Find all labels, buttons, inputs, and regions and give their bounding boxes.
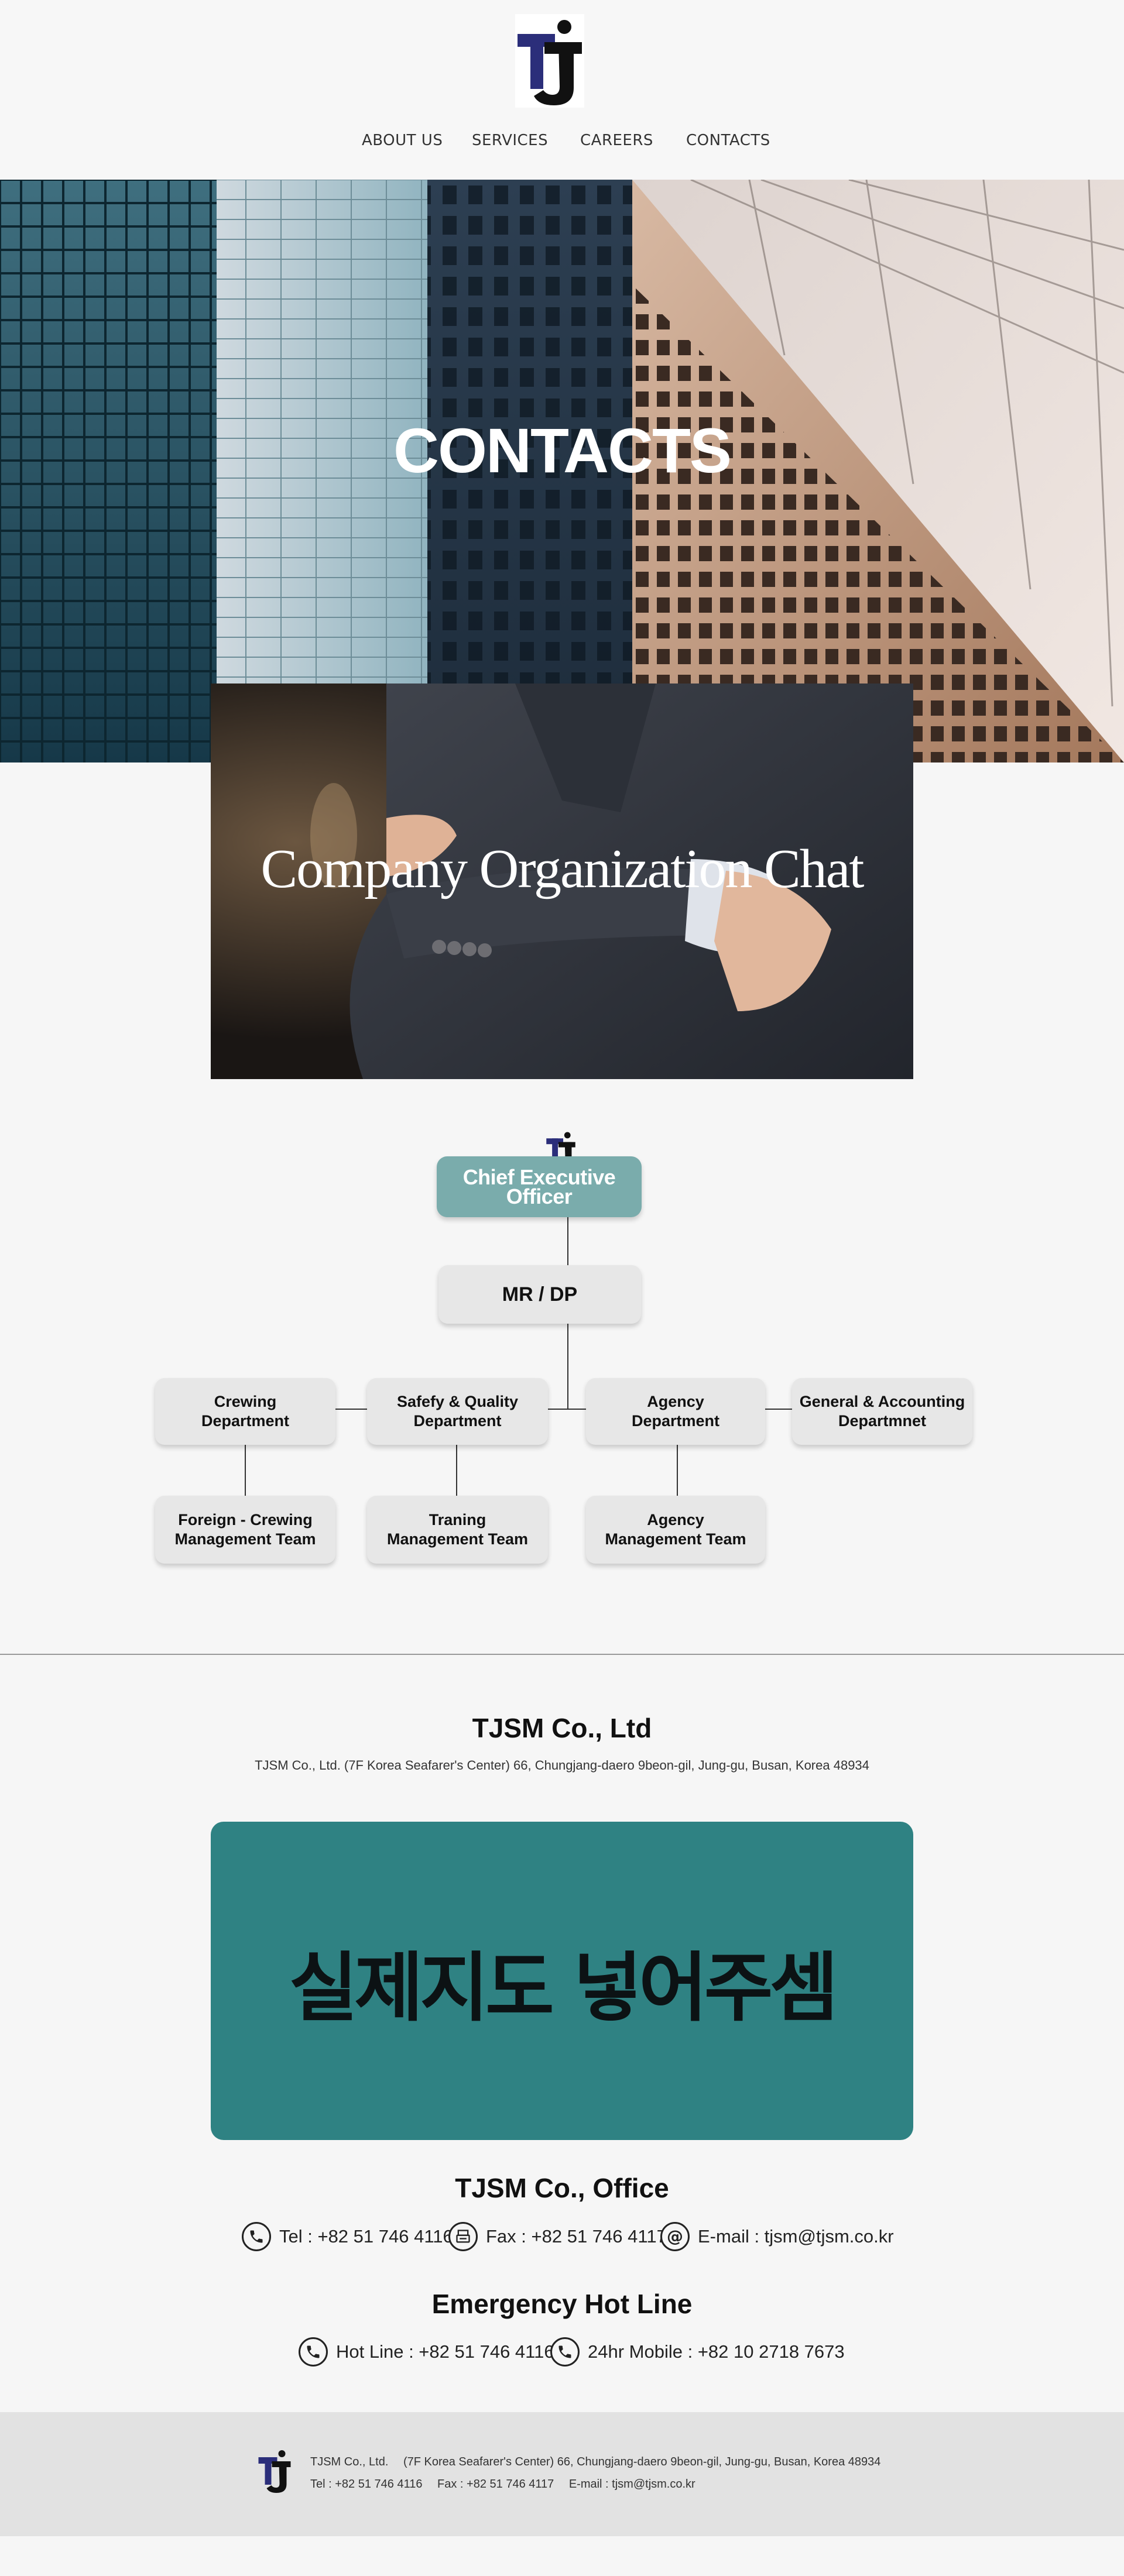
office-tel-text: Tel : +82 51 746 4116 bbox=[279, 2226, 453, 2247]
org-chart-banner-title: Company Organization Chat bbox=[261, 839, 864, 899]
nav-about-us[interactable]: ABOUT US bbox=[362, 132, 443, 149]
hero-title: CONTACTS bbox=[393, 415, 732, 486]
footer-company: TJSM Co., Ltd. bbox=[310, 2455, 389, 2468]
ceo-box: Chief Executive Officer bbox=[437, 1156, 642, 1217]
tj-logo[interactable] bbox=[256, 2447, 293, 2494]
hotline-contact-row: Hot Line : +82 51 746 4116 24hr Mobile :… bbox=[0, 2335, 1124, 2368]
office-contact-row: Tel : +82 51 746 4116 Fax : +82 51 746 4… bbox=[0, 2220, 1124, 2253]
company-address: TJSM Co., Ltd. (7F Korea Seafarer's Cent… bbox=[255, 1758, 869, 1773]
site-footer: TJSM Co., Ltd. (7F Korea Seafarer's Cent… bbox=[0, 2412, 1124, 2536]
section-divider bbox=[0, 1654, 1124, 1655]
mr-dp-box: MR / DP bbox=[438, 1265, 641, 1324]
phone-icon bbox=[242, 2222, 271, 2251]
fax-icon bbox=[448, 2222, 478, 2251]
general-accounting-department-box: General & Accounting Departmnet bbox=[792, 1378, 972, 1445]
tj-logo[interactable] bbox=[515, 14, 584, 108]
phone-icon bbox=[550, 2337, 580, 2367]
nav-careers[interactable]: CAREERS bbox=[580, 132, 653, 149]
company-title: TJSM Co., Ltd bbox=[472, 1713, 652, 1743]
office-fax[interactable]: Fax : +82 51 746 4117 bbox=[448, 2220, 667, 2253]
office-fax-text: Fax : +82 51 746 4117 bbox=[486, 2226, 667, 2247]
org-chart-banner: Company Organization Chat bbox=[211, 684, 913, 1079]
office-email[interactable]: @ E-mail : tjsm@tjsm.co.kr bbox=[660, 2220, 894, 2253]
site-header: ABOUT US SERVICES CAREERS CONTACTS bbox=[0, 0, 1124, 180]
office-title: TJSM Co., Office bbox=[455, 2173, 669, 2203]
at-icon: @ bbox=[660, 2222, 690, 2251]
hotline-title: Emergency Hot Line bbox=[431, 2289, 693, 2319]
footer-tel: Tel : +82 51 746 4116 bbox=[310, 2478, 423, 2491]
foreign-crewing-team-box: Foreign - Crewing Management Team bbox=[155, 1496, 335, 1564]
office-email-text: E-mail : tjsm@tjsm.co.kr bbox=[698, 2226, 894, 2247]
office-tel[interactable]: Tel : +82 51 746 4116 bbox=[242, 2220, 453, 2253]
map-placeholder[interactable]: 실제지도 넣어주셈 bbox=[211, 1822, 913, 2140]
footer-address: (7F Korea Seafarer's Center) 66, Chungja… bbox=[403, 2455, 881, 2468]
hero-banner: CONTACTS bbox=[0, 180, 1124, 763]
agency-department-box: Agency Department bbox=[586, 1378, 765, 1445]
main-nav: ABOUT US SERVICES CAREERS CONTACTS bbox=[0, 132, 1124, 159]
phone-icon bbox=[299, 2337, 328, 2367]
training-team-box: Traning Management Team bbox=[367, 1496, 548, 1564]
hotline-text: Hot Line : +82 51 746 4116 bbox=[336, 2341, 554, 2362]
crewing-department-box: Crewing Department bbox=[155, 1378, 335, 1445]
footer-contact-line: Tel : +82 51 746 4116 Fax : +82 51 746 4… bbox=[310, 2478, 707, 2491]
nav-contacts[interactable]: CONTACTS bbox=[686, 132, 770, 149]
agency-team-box: Agency Management Team bbox=[586, 1496, 765, 1564]
hotline-number[interactable]: Hot Line : +82 51 746 4116 bbox=[299, 2335, 554, 2368]
hotline-mobile[interactable]: 24hr Mobile : +82 10 2718 7673 bbox=[550, 2335, 845, 2368]
safety-quality-department-box: Safefy & Quality Department bbox=[367, 1378, 548, 1445]
footer-address-line: TJSM Co., Ltd. (7F Korea Seafarer's Cent… bbox=[310, 2455, 892, 2469]
nav-services[interactable]: SERVICES bbox=[472, 132, 548, 149]
footer-fax: Fax : +82 51 746 4117 bbox=[437, 2478, 554, 2491]
hotline-mobile-text: 24hr Mobile : +82 10 2718 7673 bbox=[588, 2341, 845, 2362]
footer-email[interactable]: E-mail : tjsm@tjsm.co.kr bbox=[569, 2478, 695, 2491]
